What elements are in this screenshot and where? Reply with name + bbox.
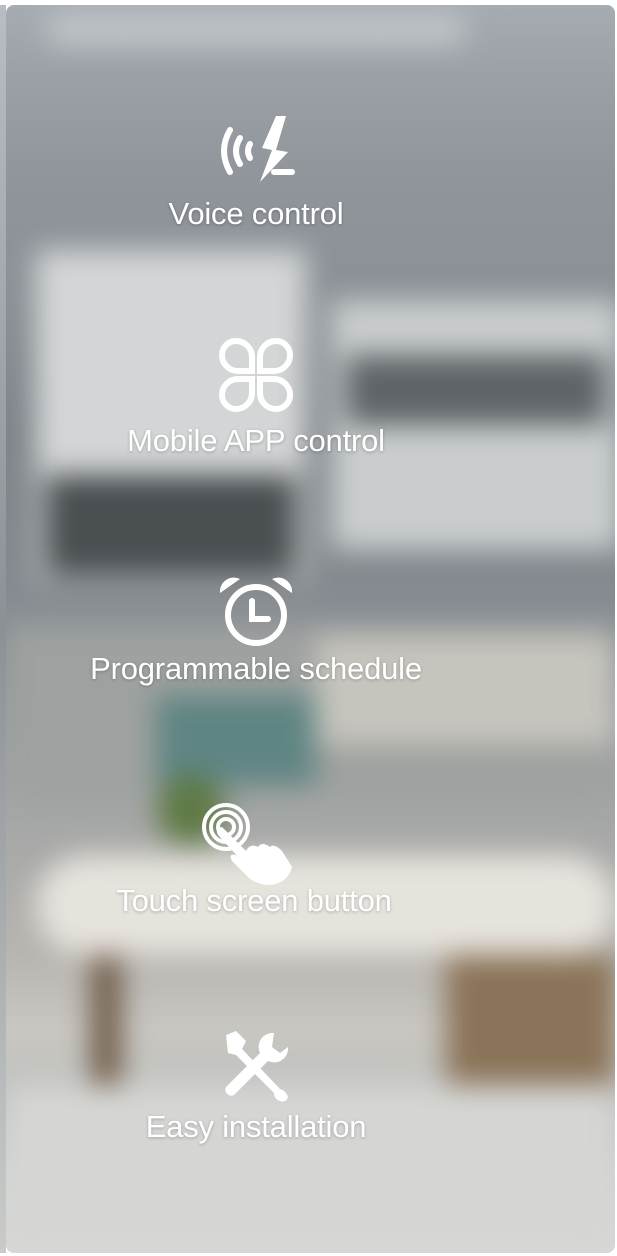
feature-label: Touch screen button bbox=[116, 883, 392, 918]
touch-hand-icon bbox=[202, 803, 292, 885]
voice-control-icon bbox=[221, 116, 295, 182]
feature-label: Mobile APP control bbox=[127, 423, 385, 458]
tools-icon bbox=[225, 1031, 289, 1102]
feature-programmable-schedule: Programmable schedule bbox=[6, 573, 506, 687]
feature-label: Programmable schedule bbox=[90, 651, 422, 686]
feature-label: Easy installation bbox=[145, 1109, 367, 1144]
app-grid-icon bbox=[218, 337, 294, 413]
feature-mobile-app-control: Mobile APP control bbox=[6, 335, 506, 459]
feature-easy-installation: Easy installation bbox=[6, 1027, 506, 1145]
feature-panel: Voice control Mobile APP control Program… bbox=[6, 5, 615, 1253]
feature-voice-control: Voice control bbox=[6, 112, 506, 232]
feature-label: Voice control bbox=[168, 196, 344, 231]
feature-touch-screen-button: Touch screen button bbox=[6, 803, 506, 919]
alarm-clock-icon bbox=[219, 577, 293, 646]
